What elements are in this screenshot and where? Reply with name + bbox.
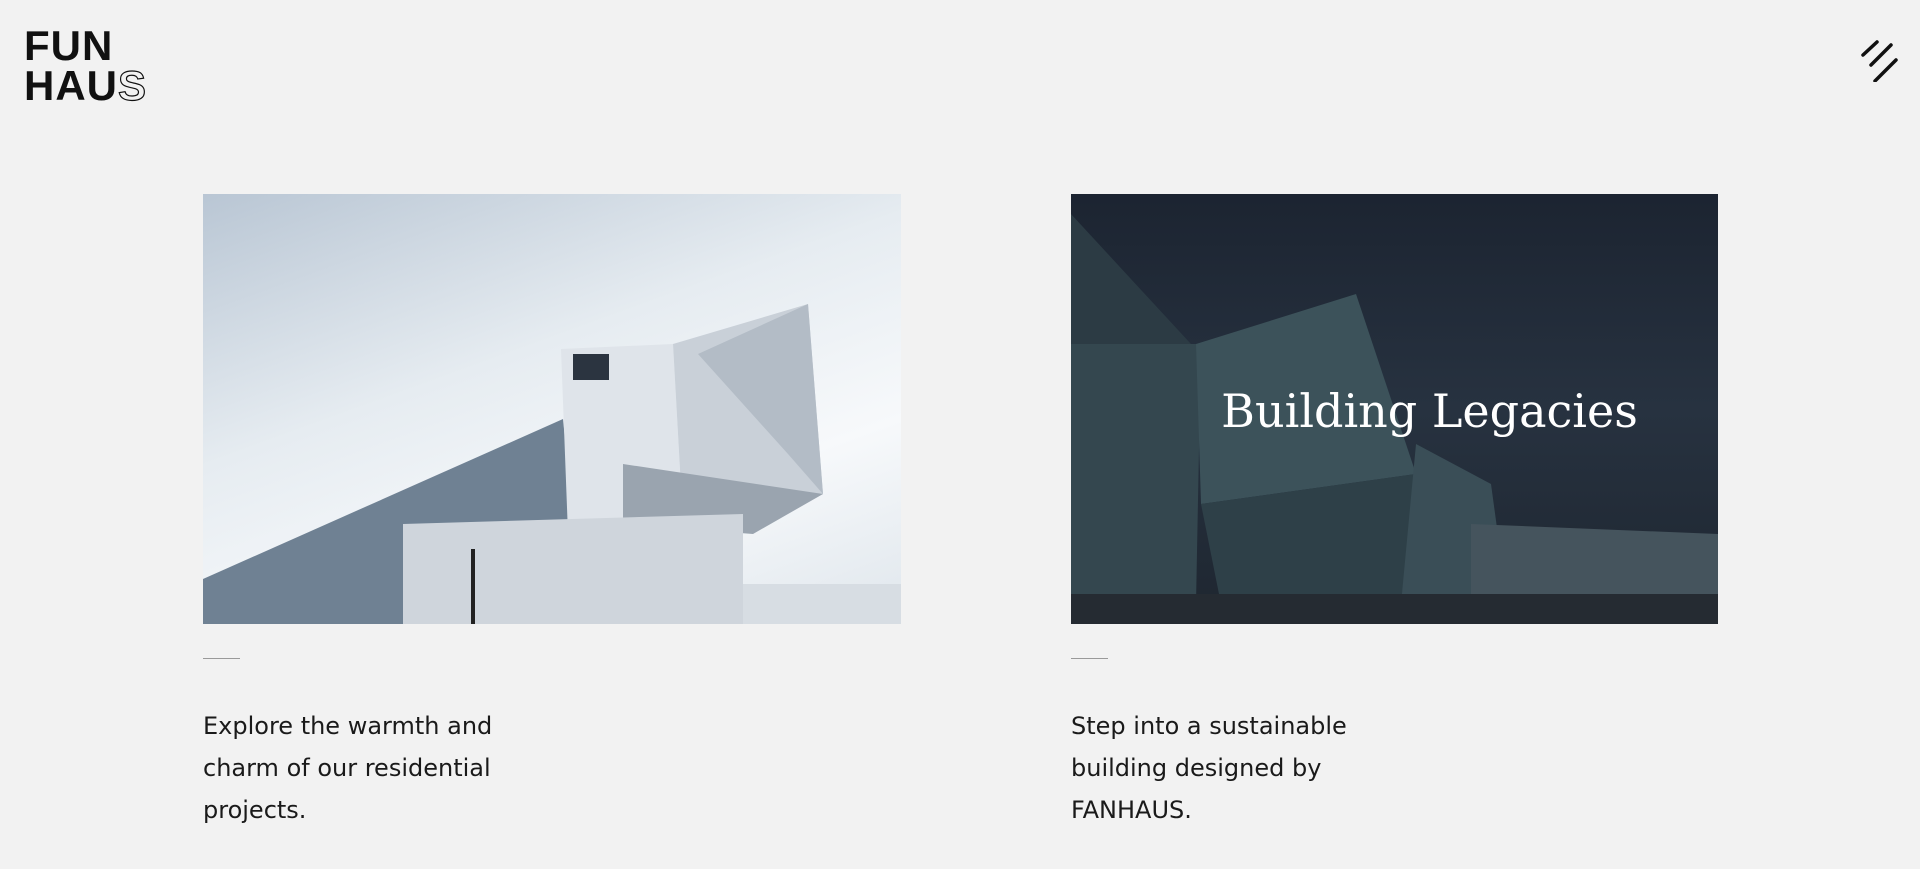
divider xyxy=(1071,658,1108,659)
card-description: Step into a sustainable building designe… xyxy=(1071,712,1347,824)
menu-button[interactable] xyxy=(1860,38,1902,83)
overlay-title: Building Legacies xyxy=(1221,384,1638,438)
project-card-residential[interactable]: Explore the warmth and charm of our resi… xyxy=(203,194,901,831)
logo[interactable]: FUN HAUS xyxy=(24,22,148,109)
menu-slashes-icon xyxy=(1861,40,1898,83)
card-description: Explore the warmth and charm of our resi… xyxy=(203,712,493,824)
logo-line2: HAUS xyxy=(24,62,148,109)
glass-building-photo[interactable]: Building Legacies xyxy=(1071,194,1718,624)
project-card-sustainable[interactable]: Building Legacies Step into a sustainabl… xyxy=(1071,194,1718,831)
logo-line1: FUN xyxy=(24,22,114,69)
modern-building-photo[interactable] xyxy=(203,194,901,624)
divider xyxy=(203,658,240,659)
